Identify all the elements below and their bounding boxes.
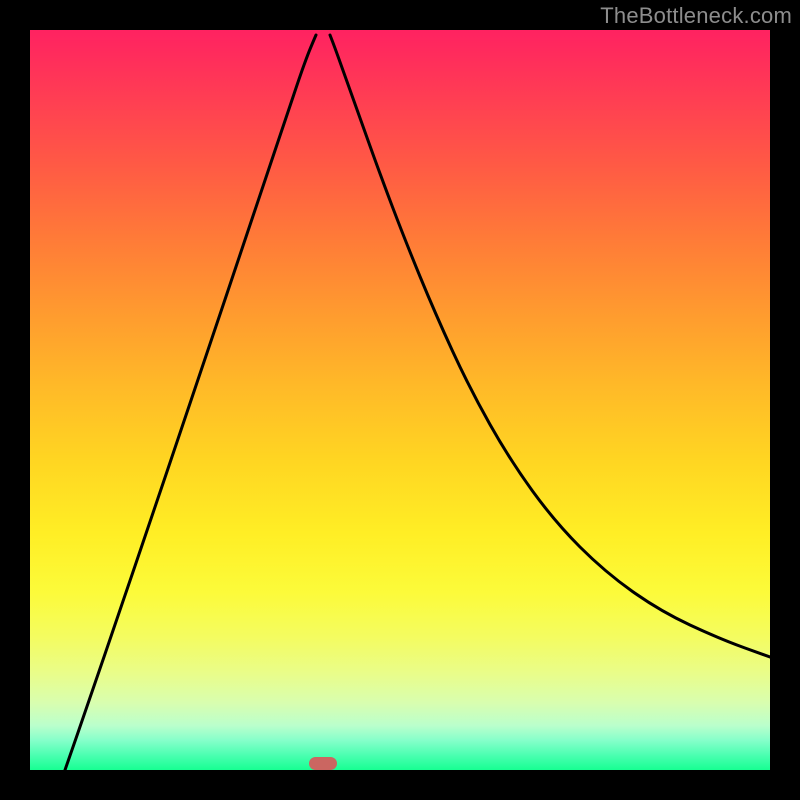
curve-right [330, 35, 770, 657]
bottleneck-marker [309, 757, 337, 770]
plot-area [30, 30, 770, 770]
curve-layer [30, 30, 770, 770]
chart-frame: TheBottleneck.com [0, 0, 800, 800]
watermark-text: TheBottleneck.com [600, 3, 792, 29]
curve-left [65, 35, 316, 770]
